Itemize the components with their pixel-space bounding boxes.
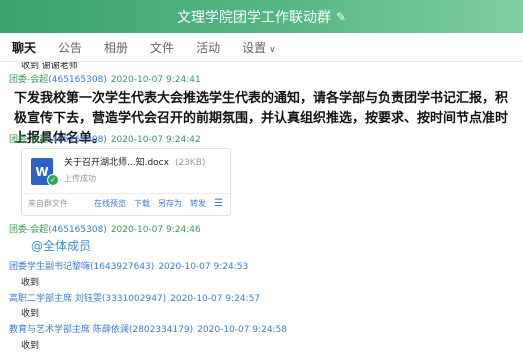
message-time: 2020-10-07 9:24:41 xyxy=(110,75,201,85)
message-header: 团委-会超(465165308) 2020-10-07 9:24:41 xyxy=(9,72,201,85)
tab-settings-label: 设置 xyxy=(242,40,267,55)
download-link[interactable]: 下载 xyxy=(134,198,150,209)
file-name-row: 关于召开湖北师...知.docx (23KB) xyxy=(64,155,206,168)
message-time: 2020-10-07 9:24:46 xyxy=(110,225,201,235)
sender-name[interactable]: 高职二学部主席 刘钰雯 xyxy=(9,294,102,304)
upload-status: 上传成功 xyxy=(64,174,96,183)
mention-all[interactable]: @全体成员 xyxy=(9,237,91,254)
sender-qq[interactable]: (465165308) xyxy=(48,75,107,85)
message-time: 2020-10-07 9:24:58 xyxy=(197,325,288,335)
message-text: 收到 xyxy=(21,309,40,319)
file-card[interactable]: W ✓ 关于召开湖北师...知.docx (23KB) 上传成功 来自群文件 在线… xyxy=(21,148,231,216)
forward-link[interactable]: 转发 xyxy=(190,198,206,209)
sender-qq[interactable]: (1643927643) xyxy=(90,262,154,272)
sender-qq[interactable]: (2802334179) xyxy=(129,325,193,335)
tab-bar: 聊天 公告 相册 文件 活动 设置 ∨ xyxy=(0,33,523,62)
sender-name[interactable]: 教育与艺术学部主席 陈薛依澜 xyxy=(9,325,129,335)
tab-announcement[interactable]: 公告 xyxy=(46,39,82,56)
sender-qq[interactable]: (465165308) xyxy=(48,135,107,145)
check-icon: ✓ xyxy=(47,174,59,186)
message-text: 收到 谢谢老师 xyxy=(21,62,78,71)
chat-area[interactable]: 收到 谢谢老师 团委-会超(465165308) 2020-10-07 9:24:… xyxy=(0,62,523,353)
title-bar: 文理学院团学工作联动群 ✎ xyxy=(0,0,523,33)
menu-icon[interactable]: ☰ xyxy=(214,198,223,209)
sender-name[interactable]: 团委学生副书记黎嗨 xyxy=(9,262,90,272)
tab-files[interactable]: 文件 xyxy=(138,39,174,56)
divider xyxy=(22,193,230,194)
tab-chat[interactable]: 聊天 xyxy=(0,39,36,56)
tab-settings[interactable]: 设置 ∨ xyxy=(230,39,276,56)
sender-name[interactable]: 团委-会超 xyxy=(9,75,48,85)
message-header: 团委-会超(465165308) 2020-10-07 9:24:42 xyxy=(9,132,201,145)
message-text: 收到 xyxy=(21,278,40,288)
sender-qq[interactable]: (465165308) xyxy=(48,225,107,235)
sender-name[interactable]: 团委-会超 xyxy=(9,135,48,145)
file-size: (23KB) xyxy=(174,158,206,168)
file-name[interactable]: 关于召开湖北师...知.docx xyxy=(64,158,169,168)
message-time: 2020-10-07 9:24:57 xyxy=(170,294,261,304)
message-header: 教育与艺术学部主席 陈薛依澜(2802334179) 2020-10-07 9:2… xyxy=(9,322,287,335)
file-actions: 来自群文件 在线预览 下载 另存为 转发 ☰ xyxy=(28,198,224,209)
sender-qq[interactable]: (3331002947) xyxy=(102,294,166,304)
message-time: 2020-10-07 9:24:53 xyxy=(158,262,249,272)
message-text: 收到 xyxy=(21,341,40,351)
tab-album[interactable]: 相册 xyxy=(92,39,128,56)
sender-name[interactable]: 团委-会超 xyxy=(9,225,48,235)
edit-icon[interactable]: ✎ xyxy=(336,10,346,24)
message-header: 团委-会超(465165308) 2020-10-07 9:24:46 xyxy=(9,222,201,235)
message-header: 高职二学部主席 刘钰雯(3331002947) 2020-10-07 9:24:5… xyxy=(9,291,260,304)
file-source: 来自群文件 xyxy=(28,199,68,208)
preview-link[interactable]: 在线预览 xyxy=(94,198,126,209)
group-title: 文理学院团学工作联动群 xyxy=(176,9,331,26)
message-time: 2020-10-07 9:24:42 xyxy=(110,135,201,145)
tab-activity[interactable]: 活动 xyxy=(184,39,220,56)
save-as-link[interactable]: 另存为 xyxy=(158,198,182,209)
chevron-down-icon: ∨ xyxy=(269,44,276,55)
message-header: 团委学生副书记黎嗨(1643927643) 2020-10-07 9:24:53 xyxy=(9,259,248,272)
